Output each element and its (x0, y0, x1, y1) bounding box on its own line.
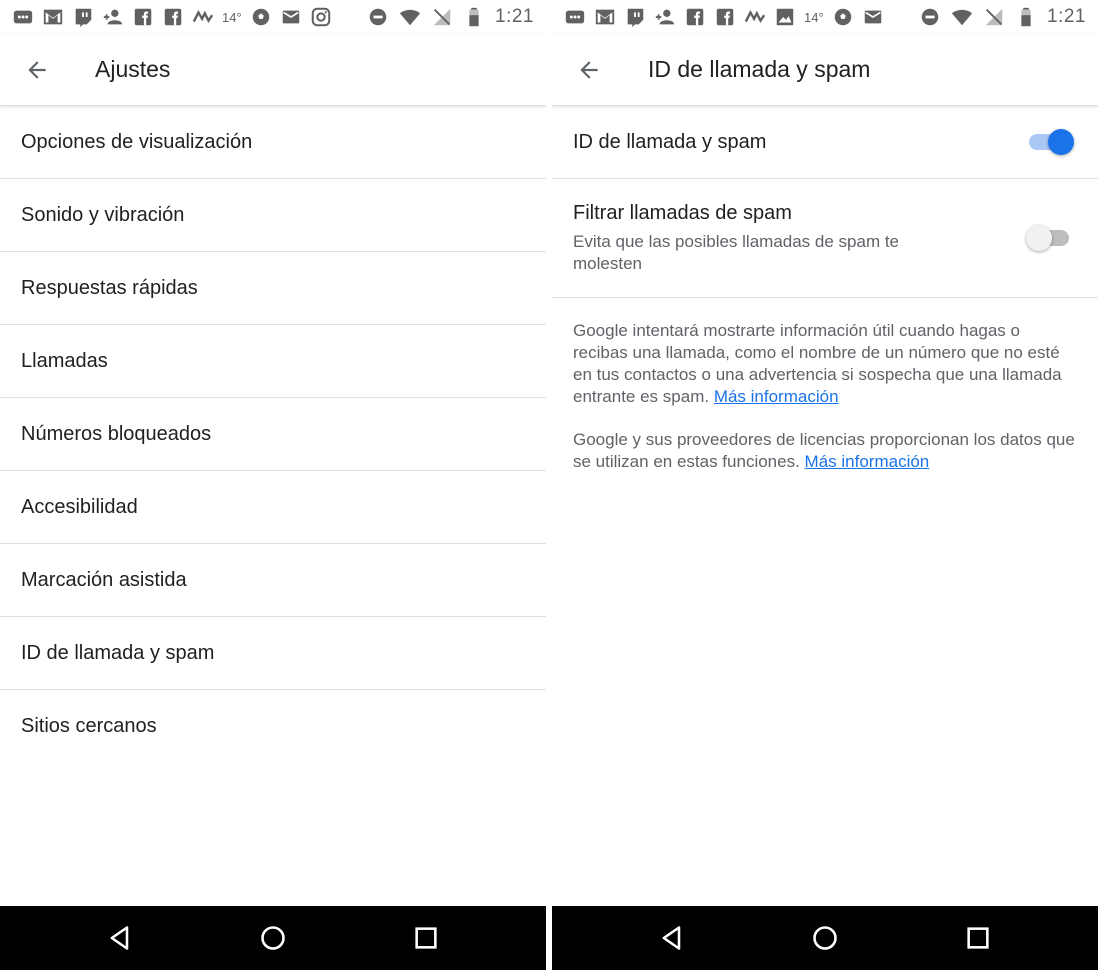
arrow-back-icon (580, 60, 598, 79)
soccer-ball-icon (832, 6, 854, 28)
settings-item-accessibility[interactable]: Accesibilidad (0, 471, 546, 544)
caller-id-spam-toggle[interactable] (1026, 127, 1074, 157)
twitch-icon (72, 6, 94, 28)
nav-home-button[interactable] (253, 918, 293, 958)
caller-id-spam-screen: 14° 1:21 ID de llamada y spam ID de llam… (552, 0, 1098, 970)
nav-back-button[interactable] (100, 918, 140, 958)
filter-spam-toggle[interactable] (1026, 223, 1074, 253)
nav-back-button[interactable] (652, 918, 692, 958)
page-title: ID de llamada y spam (648, 56, 871, 82)
add-contact-icon (654, 6, 676, 28)
settings-item-nearby-places[interactable]: Sitios cercanos (0, 690, 546, 762)
learn-more-link[interactable]: Más información (805, 452, 930, 471)
wifi-icon (399, 6, 421, 28)
info-paragraph: Google y sus proveedores de licencias pr… (573, 429, 1078, 473)
learn-more-link[interactable]: Más información (714, 387, 839, 406)
filter-spam-preference[interactable]: Filtrar llamadas de spam Evita que las p… (552, 179, 1098, 298)
navigation-bar (0, 906, 546, 970)
info-section: Google intentará mostrarte información ú… (573, 320, 1078, 494)
navigation-bar (552, 906, 1098, 970)
chat-notification-icon (12, 6, 34, 28)
settings-item-calls[interactable]: Llamadas (0, 325, 546, 398)
temperature-text: 14° (222, 9, 242, 25)
app-bar: ID de llamada y spam (552, 34, 1098, 106)
chat-notification-icon (564, 6, 586, 28)
wifi-icon (951, 6, 973, 28)
status-bar: 14° 1:21 (0, 0, 546, 34)
settings-item-caller-id-spam[interactable]: ID de llamada y spam (0, 617, 546, 690)
settings-item-quick-responses[interactable]: Respuestas rápidas (0, 252, 546, 325)
no-signal-icon (983, 6, 1005, 28)
facebook-icon (684, 6, 706, 28)
nav-recents-button[interactable] (406, 918, 446, 958)
filter-spam-title: Filtrar llamadas de spam (573, 201, 792, 224)
nav-recents-button[interactable] (958, 918, 998, 958)
nav-home-button[interactable] (805, 918, 845, 958)
facebook-icon (162, 6, 184, 28)
square-recents-icon (967, 927, 989, 949)
circle-home-icon (261, 926, 285, 950)
caller-id-spam-title: ID de llamada y spam (573, 130, 767, 153)
square-recents-icon (415, 927, 437, 949)
triangle-back-icon (110, 926, 129, 950)
settings-item-sound-vibration[interactable]: Sonido y vibración (0, 179, 546, 252)
temperature-text: 14° (804, 9, 824, 25)
email-icon (862, 6, 884, 28)
facebook-icon (714, 6, 736, 28)
back-button[interactable] (17, 50, 57, 90)
page-title: Ajustes (95, 56, 171, 82)
filter-spam-summary: Evita que las posibles llamadas de spam … (573, 231, 900, 273)
settings-item-blocked-numbers[interactable]: Números bloqueados (0, 398, 546, 471)
toggle-thumb (1026, 225, 1052, 251)
email-icon (280, 6, 302, 28)
clock-text: 1:21 (1047, 6, 1086, 27)
settings-item-display-options[interactable]: Opciones de visualización (0, 106, 546, 179)
do-not-disturb-icon (919, 6, 941, 28)
twitch-icon (624, 6, 646, 28)
battery-icon (1015, 6, 1037, 28)
gmail-icon (594, 6, 616, 28)
settings-item-assisted-dialing[interactable]: Marcación asistida (0, 544, 546, 617)
arrow-back-icon (28, 60, 46, 79)
settings-screen: 14° 1:21 Ajustes Opciones de visualizaci… (0, 0, 546, 970)
no-signal-icon (431, 6, 453, 28)
image-icon (774, 6, 796, 28)
settings-list: Opciones de visualización Sonido y vibra… (0, 106, 546, 762)
facebook-icon (132, 6, 154, 28)
do-not-disturb-icon (367, 6, 389, 28)
circle-home-icon (813, 926, 837, 950)
caller-id-spam-preference[interactable]: ID de llamada y spam (552, 106, 1098, 179)
triangle-back-icon (662, 926, 681, 950)
info-paragraph: Google intentará mostrarte información ú… (573, 320, 1078, 408)
clock-text: 1:21 (495, 6, 534, 27)
app-bar: Ajustes (0, 34, 546, 106)
soccer-ball-icon (250, 6, 272, 28)
wave-app-icon (744, 6, 766, 28)
instagram-icon (310, 6, 332, 28)
status-bar: 14° 1:21 (552, 0, 1098, 34)
gmail-icon (42, 6, 64, 28)
toggle-thumb (1048, 129, 1074, 155)
back-button[interactable] (569, 50, 609, 90)
add-contact-icon (102, 6, 124, 28)
wave-app-icon (192, 6, 214, 28)
battery-icon (463, 6, 485, 28)
